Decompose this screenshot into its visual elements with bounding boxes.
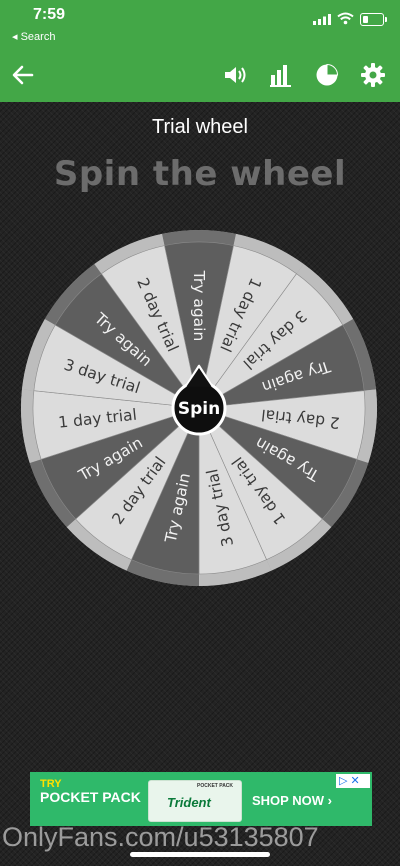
app-bar (0, 48, 400, 102)
gear-icon[interactable] (360, 62, 386, 88)
wheel-title: Trial wheel (152, 116, 248, 138)
brand-logo: Trident (167, 795, 211, 810)
wifi-icon (337, 12, 354, 25)
prize-wheel[interactable]: Try again 1 day trial3 day trialTry again… (20, 229, 378, 587)
signal-icon (313, 14, 331, 25)
back-to-search-link[interactable]: ◂ Search (12, 30, 55, 43)
adchoices-label: ▷ ✕ (339, 775, 360, 787)
banner-ad[interactable]: TRY POCKET PACK POCKET PACK Trident SHOP… (30, 772, 372, 826)
status-time: 7:59 (33, 6, 66, 23)
battery-icon (360, 13, 387, 26)
status-bar: 7:59 ◂ Search (0, 0, 400, 48)
adchoices-icon[interactable]: ▷ ✕ (336, 774, 370, 788)
product-image: POCKET PACK Trident (148, 780, 242, 822)
volume-icon[interactable] (222, 62, 248, 88)
ad-line2: POCKET PACK (40, 789, 141, 805)
home-indicator (130, 852, 270, 857)
shop-now-button[interactable]: SHOP NOW › (252, 793, 332, 808)
wheel-heading: Spin the wheel (53, 154, 347, 194)
pie-chart-icon[interactable] (314, 62, 340, 88)
bar-chart-icon[interactable] (268, 62, 294, 88)
watermark: OnlyFans.com/u53135807 (2, 822, 319, 852)
pack-label: POCKET PACK (197, 783, 234, 789)
arrow-left-icon[interactable] (10, 62, 36, 88)
spin-label[interactable]: Spin (178, 399, 220, 419)
wheel-segment-label: Try again (190, 270, 208, 342)
